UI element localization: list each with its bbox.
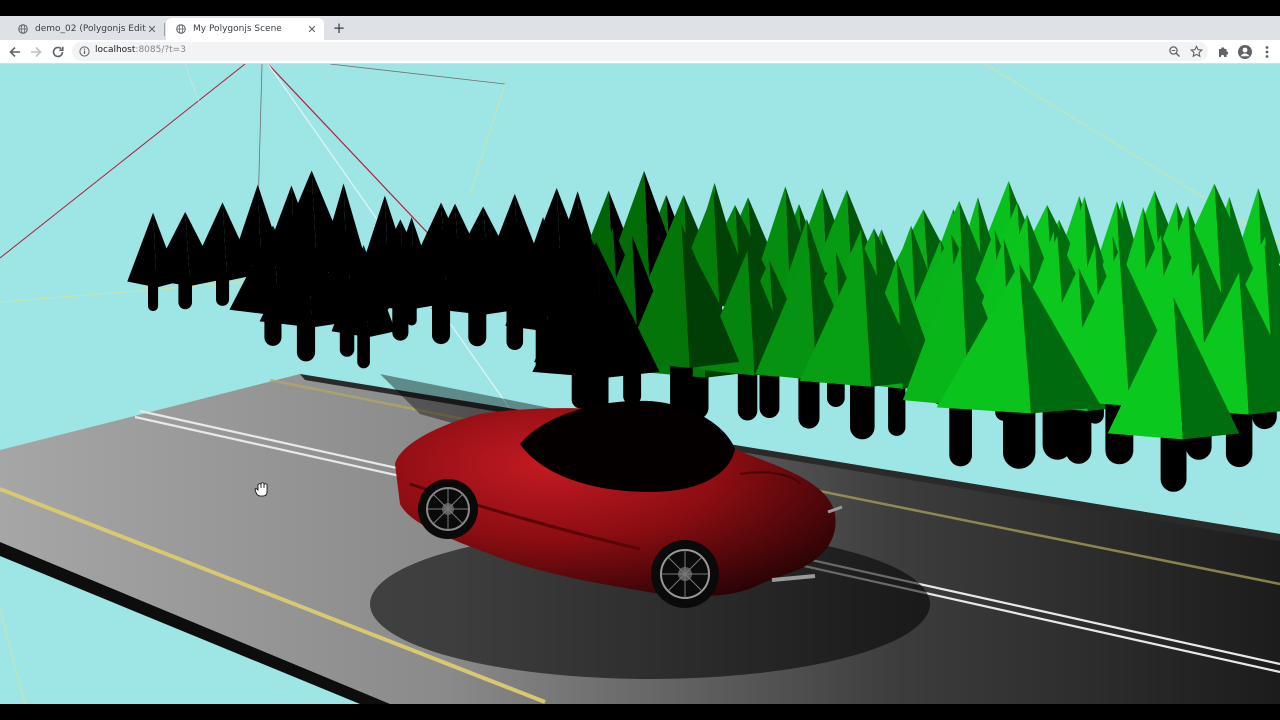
tab-separator xyxy=(164,23,165,36)
back-arrow-icon xyxy=(9,46,20,58)
webgl-viewport[interactable] xyxy=(0,64,1280,704)
menu-button[interactable] xyxy=(1259,44,1275,60)
bottom-black-border xyxy=(0,704,1280,720)
close-icon[interactable]: ✕ xyxy=(306,23,318,36)
reload-button[interactable] xyxy=(50,44,66,60)
tab-polygonjs-editor[interactable]: demo_02 (Polygonjs Editor) ✕ xyxy=(8,18,164,40)
globe-icon xyxy=(18,24,28,34)
close-icon[interactable]: ✕ xyxy=(146,23,158,36)
url-host: localhost xyxy=(95,45,136,55)
new-tab-button[interactable]: + xyxy=(331,20,347,36)
scene-canvas[interactable] xyxy=(0,64,1280,704)
tab-polygonjs-scene[interactable]: My Polygonjs Scene ✕ xyxy=(166,18,324,40)
address-bar[interactable]: localhost:8085/?t=3 xyxy=(72,42,1208,61)
pine-tree xyxy=(127,212,179,312)
tab-title: demo_02 (Polygonjs Editor) xyxy=(35,24,146,34)
forward-button[interactable] xyxy=(28,44,44,60)
top-black-border xyxy=(0,0,1280,16)
tab-strip: demo_02 (Polygonjs Editor) ✕ My Polygonj… xyxy=(0,16,1280,40)
tab-title: My Polygonjs Scene xyxy=(193,24,282,34)
forward-arrow-icon xyxy=(31,46,42,58)
star-icon[interactable] xyxy=(1190,45,1203,58)
globe-icon xyxy=(176,24,186,34)
zoom-icon[interactable] xyxy=(1168,45,1181,58)
url-path: :8085/?t=3 xyxy=(135,45,186,55)
extensions-icon xyxy=(1219,47,1229,57)
profile-icon xyxy=(1238,45,1252,59)
back-button[interactable] xyxy=(7,44,23,60)
menu-icon xyxy=(1265,46,1269,58)
reload-icon xyxy=(52,46,64,58)
plus-icon: + xyxy=(332,19,346,37)
info-icon[interactable] xyxy=(79,46,90,57)
profile-button[interactable] xyxy=(1237,44,1253,60)
browser-toolbar: localhost:8085/?t=3 xyxy=(0,40,1280,64)
url-text: localhost:8085/?t=3 xyxy=(95,45,186,55)
extensions-button[interactable] xyxy=(1215,44,1231,60)
